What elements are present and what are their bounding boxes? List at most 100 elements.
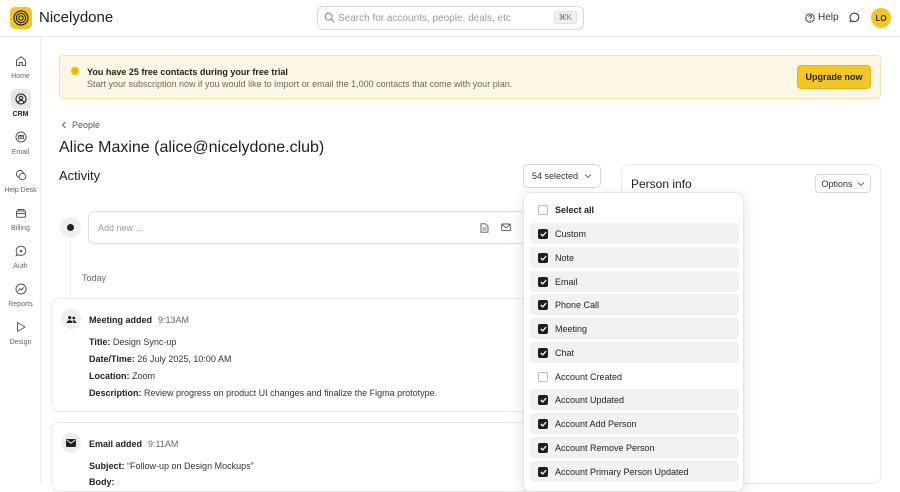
filter-option-label: Account Updated: [555, 394, 625, 405]
filter-option-label: Account Primary Person Updated: [555, 466, 689, 477]
sidebar-item-design[interactable]: Design: [0, 317, 41, 351]
checkbox[interactable]: [538, 466, 548, 477]
home-icon: [15, 56, 26, 66]
filter-option[interactable]: Account Primary Person Updated: [530, 461, 739, 482]
filter-option[interactable]: Meeting: [530, 318, 739, 339]
crm-icon: [14, 93, 27, 105]
timeline-line: [70, 240, 71, 300]
check-icon: [539, 302, 547, 308]
checkbox[interactable]: [538, 204, 548, 215]
chevron-left-icon: [61, 121, 66, 129]
activity-card-header: Meeting added 9:13AM: [89, 315, 189, 325]
field-label: Subject:: [89, 461, 125, 471]
activity-card[interactable]: Email added 9:11AM Subject: “Follow-up on…: [51, 422, 531, 492]
sidebar-item-billing[interactable]: Billing: [0, 203, 41, 237]
activity-field: Body:: [89, 477, 115, 487]
chat-icon[interactable]: [849, 12, 860, 23]
avatar[interactable]: LO: [871, 8, 891, 28]
sidebar-item-auth[interactable]: Auth: [0, 241, 41, 275]
activity-time: 9:13AM: [158, 315, 190, 325]
filter-option-label: Phone Call: [555, 299, 600, 310]
check-icon: [539, 397, 547, 403]
chevron-down-icon: [584, 174, 592, 179]
filter-option-label: Note: [555, 252, 575, 263]
field-label: Body:: [89, 477, 115, 487]
search-box[interactable]: ⌘K: [317, 6, 584, 30]
check-icon: [539, 255, 547, 261]
check-icon: [539, 350, 547, 356]
sidebar-item-label: Help Desk: [4, 187, 37, 194]
field-label: Title:: [89, 337, 111, 347]
search-input[interactable]: [338, 10, 558, 26]
filter-option-label: Custom: [555, 228, 587, 239]
options-button[interactable]: Options: [815, 174, 871, 193]
activity-field: Subject: “Follow-up on Design Mockups”: [89, 461, 254, 471]
sidebar-item-help-desk[interactable]: Help Desk: [0, 165, 41, 199]
checkbox[interactable]: [538, 418, 548, 429]
help-label: Help: [818, 12, 839, 23]
logo-icon[interactable]: [10, 7, 32, 29]
section-title: Activity: [59, 168, 101, 183]
sidebar-item-label: Reports: [8, 301, 33, 308]
upgrade-button[interactable]: Upgrade now: [797, 65, 871, 89]
checkbox[interactable]: [538, 276, 548, 287]
sidebar-item-reports[interactable]: Reports: [0, 279, 41, 313]
billing-icon: [15, 209, 26, 218]
filter-button-label: 54 selected: [531, 171, 579, 181]
breadcrumb-parent[interactable]: People: [72, 120, 100, 130]
sidebar-item-label: Design: [9, 339, 32, 346]
note-icon[interactable]: [480, 223, 489, 233]
field-value: Review progress on product UI changes an…: [144, 388, 438, 398]
filter-option-label: Account Add Person: [555, 418, 637, 429]
breadcrumb[interactable]: People: [61, 120, 100, 130]
checkbox[interactable]: [538, 299, 548, 310]
filter-option[interactable]: Account Remove Person: [530, 437, 739, 458]
activity-type: Email added: [89, 439, 143, 449]
sidebar-item-label: Billing: [11, 225, 30, 232]
sidebar-item-email[interactable]: Email: [0, 127, 41, 161]
activity-type: Meeting added: [89, 315, 153, 325]
field-label: Date/Time:: [89, 354, 135, 364]
field-label: Description:: [89, 388, 142, 398]
checkbox[interactable]: [538, 228, 548, 239]
field-label: Location:: [89, 371, 130, 381]
checkbox[interactable]: [538, 252, 548, 263]
sidebar-item-home[interactable]: Home: [0, 51, 41, 85]
filter-option-label: Email: [555, 276, 578, 287]
filter-option[interactable]: Account Created: [530, 366, 739, 387]
activity-filter-button[interactable]: 54 selected: [523, 164, 601, 188]
design-icon: [16, 322, 25, 332]
mail-icon: [61, 433, 81, 453]
activity-card[interactable]: Meeting added 9:13AM Title: Design Sync-u…: [51, 298, 531, 412]
add-activity-input[interactable]: [98, 221, 458, 235]
checkbox[interactable]: [538, 394, 548, 405]
search-icon: [324, 12, 335, 23]
filter-option[interactable]: Custom: [530, 223, 739, 244]
options-label: Options: [821, 178, 853, 189]
mail-icon[interactable]: [501, 223, 511, 232]
add-activity-box[interactable]: [88, 211, 528, 244]
filter-option[interactable]: Account Add Person: [530, 413, 739, 434]
field-value: “Follow-up on Design Mockups”: [127, 461, 254, 471]
checkbox[interactable]: [538, 323, 548, 334]
filter-option[interactable]: Note: [530, 247, 739, 268]
sidebar-item-label: Auth: [13, 263, 28, 270]
filter-option[interactable]: Email: [530, 271, 739, 292]
help-button[interactable]: Help: [805, 12, 839, 23]
sidebar-item-label: CRM: [12, 111, 29, 118]
checkbox[interactable]: [538, 371, 548, 382]
filter-option[interactable]: Account Updated: [530, 389, 739, 410]
checkbox[interactable]: [538, 442, 548, 453]
filter-option[interactable]: Phone Call: [530, 294, 739, 315]
filter-option-select-all[interactable]: Select all: [530, 199, 739, 220]
checkbox[interactable]: [538, 347, 548, 358]
check-icon: [539, 469, 547, 475]
sidebar-item-crm[interactable]: CRM: [0, 89, 41, 123]
banner-body: Start your subscription now if you would…: [87, 79, 513, 89]
filter-option[interactable]: Chat: [530, 342, 739, 363]
activity-field: Description: Review progress on product …: [89, 388, 437, 398]
activity-card-header: Email added 9:11AM: [89, 439, 178, 449]
trial-banner: You have 25 free contacts during your fr…: [59, 55, 881, 99]
check-icon: [539, 445, 547, 451]
check-icon: [539, 421, 547, 427]
